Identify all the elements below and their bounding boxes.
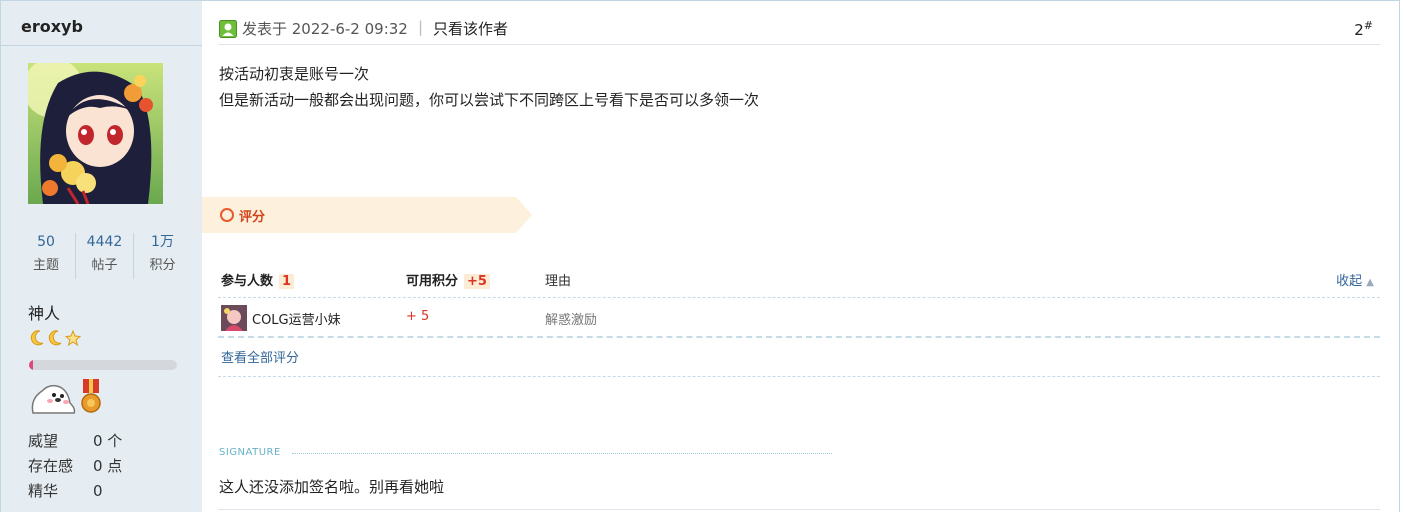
rating-reason: 解惑激励 xyxy=(545,313,598,328)
author-only-link[interactable]: 只看该作者 xyxy=(433,18,508,39)
info-row-presence: 存在感 0 点 xyxy=(28,456,188,481)
signature-text: 这人还没添加签名啦。别再看她啦 xyxy=(219,478,445,496)
online-status-icon xyxy=(219,20,237,38)
info-value: 0 点 xyxy=(93,457,123,475)
participants-header: 参与人数 1 xyxy=(221,270,295,289)
info-value: 0 xyxy=(93,482,103,500)
rater-name[interactable]: COLG运营小妹 xyxy=(252,309,341,328)
content-line: 按活动初衷是账号一次 xyxy=(219,65,370,83)
rating-score: + 5 xyxy=(406,309,430,324)
post-content: 按活动初衷是账号一次 但是新活动一般都会出现问题，你可以尝试下不同跨区上号看下是… xyxy=(219,61,759,113)
info-row-prestige: 威望 0 个 xyxy=(28,431,188,456)
stat-value: 4442 xyxy=(86,234,123,250)
author-stats: 50 主题 4442 帖子 1万 积分 xyxy=(17,233,191,279)
info-key: 精华 xyxy=(28,482,59,500)
floor-mark: # xyxy=(1363,19,1373,32)
rating-tag-label: 评分 xyxy=(239,210,266,225)
points-header: 可用积分 +5 xyxy=(406,270,490,289)
divider xyxy=(1,45,202,46)
rank-stars xyxy=(29,329,81,347)
rating-circle-icon xyxy=(220,208,234,222)
stat-threads[interactable]: 50 主题 xyxy=(17,233,75,279)
info-row-digest: 精华 0 xyxy=(28,481,188,506)
participants-label: 参与人数 xyxy=(221,274,274,289)
floor-number[interactable]: 2# xyxy=(1354,19,1373,39)
post-header: 发表于 2022-6-2 09:32 | 只看该作者 2# xyxy=(218,15,1380,45)
points-total: +5 xyxy=(464,274,490,289)
level-progress-fill xyxy=(29,360,34,370)
info-key: 威望 xyxy=(28,432,59,450)
author-sidebar: eroxyb 50 主题 4442 帖子 1万 积分 神人 威望 0 个 存在感… xyxy=(1,1,202,512)
points-label: 可用积分 xyxy=(406,274,459,289)
collapse-button[interactable]: 收起 ▲ xyxy=(1336,270,1374,289)
post-frame: eroxyb 50 主题 4442 帖子 1万 积分 神人 威望 0 个 存在感… xyxy=(0,0,1400,512)
moon-icon xyxy=(30,330,44,346)
rating-table-footer: 查看全部评分 xyxy=(218,338,1380,377)
rating-table: 参与人数 1 可用积分 +5 理由 收起 ▲ COLG运营小妹 + 5 解惑激励 xyxy=(218,261,1380,377)
ribbon-medal-icon[interactable] xyxy=(78,377,104,417)
post-timestamp: 发表于 2022-6-2 09:32 xyxy=(242,20,408,38)
divider xyxy=(218,509,1380,510)
rank-title[interactable]: 神人 xyxy=(28,300,60,324)
post-body: 发表于 2022-6-2 09:32 | 只看该作者 2# 按活动初衷是账号一次… xyxy=(202,1,1401,512)
collapse-label: 收起 xyxy=(1336,274,1363,289)
stat-label: 主题 xyxy=(32,258,59,273)
floor-number-value: 2 xyxy=(1354,21,1364,39)
stat-label: 积分 xyxy=(149,258,176,273)
rating-row: COLG运营小妹 + 5 解惑激励 xyxy=(218,298,1380,338)
signature-divider xyxy=(292,453,832,454)
star-icon xyxy=(65,329,81,347)
stat-posts[interactable]: 4442 帖子 xyxy=(75,233,133,279)
header-separator: | xyxy=(418,18,424,36)
moon-icon xyxy=(48,330,62,346)
info-key: 存在感 xyxy=(28,457,74,475)
reason-header: 理由 xyxy=(545,274,572,289)
chevron-up-icon: ▲ xyxy=(1366,277,1374,288)
stat-value: 1万 xyxy=(151,234,174,250)
signature-label: SIGNATURE xyxy=(219,447,281,458)
rating-table-header: 参与人数 1 可用积分 +5 理由 收起 ▲ xyxy=(218,261,1380,298)
author-name[interactable]: eroxyb xyxy=(21,17,83,36)
rating-tag: 评分 xyxy=(202,197,532,233)
author-info: 威望 0 个 存在感 0 点 精华 0 xyxy=(28,431,188,506)
stat-credits[interactable]: 1万 积分 xyxy=(133,233,191,279)
level-progress xyxy=(29,360,177,370)
seal-medal-icon[interactable] xyxy=(28,377,78,417)
stat-value: 50 xyxy=(37,234,55,250)
participants-count: 1 xyxy=(279,274,295,289)
medals xyxy=(28,377,104,417)
stat-label: 帖子 xyxy=(91,258,118,273)
view-all-ratings-link[interactable]: 查看全部评分 xyxy=(221,347,299,366)
rater-avatar[interactable] xyxy=(221,305,247,331)
avatar[interactable] xyxy=(28,63,163,204)
info-value: 0 个 xyxy=(93,432,123,450)
content-line: 但是新活动一般都会出现问题，你可以尝试下不同跨区上号看下是否可以多领一次 xyxy=(219,91,760,109)
